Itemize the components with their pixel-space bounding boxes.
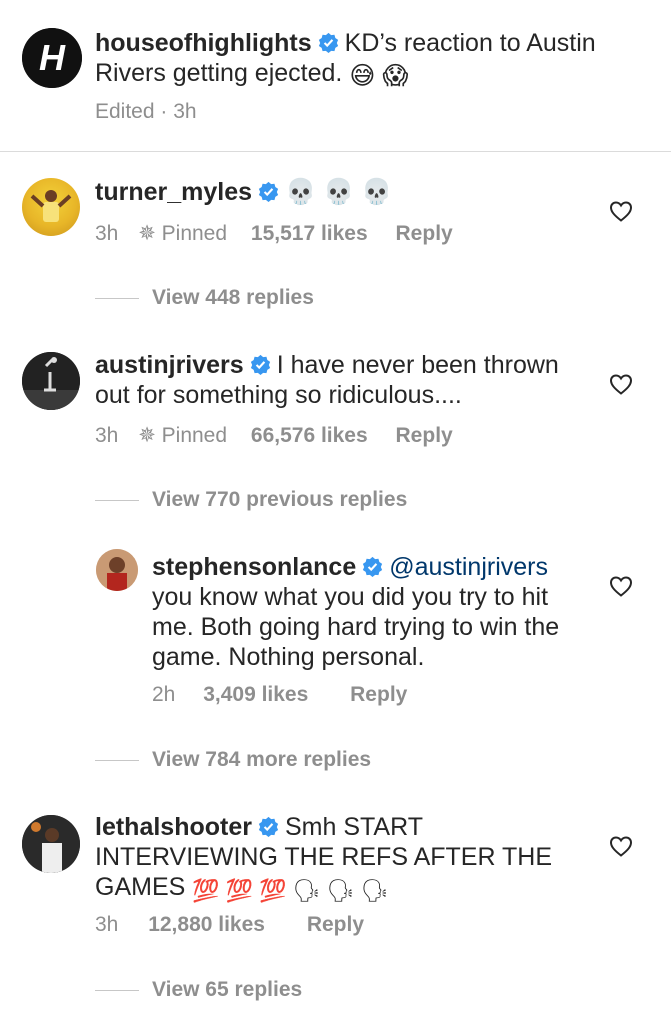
replies-line xyxy=(95,760,139,761)
replies-line xyxy=(95,298,139,299)
verified-badge-icon xyxy=(258,816,279,837)
pin-icon: ✵ xyxy=(138,424,156,447)
reply-username[interactable]: stephensonlance xyxy=(152,553,356,581)
comment-text: 💀 💀 💀 xyxy=(285,178,393,206)
view-more-replies-button[interactable]: View 784 more replies xyxy=(152,747,371,773)
player-photo-icon xyxy=(96,549,138,591)
comment-time: 3h xyxy=(95,222,119,245)
like-heart-icon[interactable] xyxy=(609,575,633,597)
player-photo-icon xyxy=(22,815,80,873)
comment-meta: 3h ✵ Pinned 66,576 likes Reply xyxy=(95,423,453,449)
avatar-lethalshooter[interactable] xyxy=(22,815,80,873)
avatar-stephensonlance[interactable] xyxy=(96,549,138,591)
mention-link[interactable]: @austinjrivers xyxy=(389,553,548,581)
pinned-label: Pinned xyxy=(161,222,228,245)
hundred-speaking-emojis-icon: 💯 💯 💯 🗣 🗣 🗣 xyxy=(192,878,389,903)
replies-line xyxy=(95,500,139,501)
post-meta: Edited · 3h xyxy=(95,100,197,123)
grinning-sweat-emoji-icon: 😅 xyxy=(349,62,376,90)
comment-time: 3h xyxy=(95,913,119,936)
comment-username[interactable]: austinjrivers xyxy=(95,351,244,379)
comment-time: 3h xyxy=(95,424,119,447)
comment-1: turner_myles 💀 💀 💀 xyxy=(95,177,595,207)
reply-likes[interactable]: 3,409 likes xyxy=(203,683,308,706)
player-photo-icon xyxy=(30,190,72,222)
player-photo-icon xyxy=(22,352,80,410)
svg-text:H: H xyxy=(39,37,66,78)
comment-likes[interactable]: 66,576 likes xyxy=(251,424,368,447)
pin-icon: ✵ xyxy=(138,222,156,245)
like-heart-icon[interactable] xyxy=(609,200,633,222)
hoh-logo-icon: H xyxy=(22,28,82,88)
post-avatar[interactable]: H xyxy=(22,28,82,88)
divider xyxy=(0,151,671,152)
view-replies-label: View 770 previous replies xyxy=(152,488,408,511)
verified-badge-icon xyxy=(250,354,270,375)
avatar-austinjrivers[interactable] xyxy=(22,352,80,410)
screaming-face-emoji-icon: 😱 xyxy=(382,62,409,90)
comment-meta: 3h ✵ Pinned 15,517 likes Reply xyxy=(95,221,453,247)
view-previous-replies-button[interactable]: View 770 previous replies xyxy=(152,487,407,513)
comment-3: lethalshooter Smh START INTERVIEWING THE … xyxy=(95,812,575,906)
post-username[interactable]: houseofhighlights xyxy=(95,29,312,57)
verified-badge-icon xyxy=(258,181,279,202)
avatar-turner-myles[interactable] xyxy=(22,178,80,236)
reply-meta: 2h 3,409 likes Reply xyxy=(152,682,407,708)
verified-badge-icon xyxy=(363,556,383,577)
pinned-label: Pinned xyxy=(161,424,228,447)
comment-likes[interactable]: 15,517 likes xyxy=(251,222,368,245)
view-replies-button[interactable]: View 448 replies xyxy=(152,285,314,311)
view-replies-button[interactable]: View 65 replies xyxy=(152,977,302,1003)
reply-button[interactable]: Reply xyxy=(396,424,453,447)
comment-username[interactable]: lethalshooter xyxy=(95,813,252,841)
post-caption: houseofhighlights KD’s reaction to Austin… xyxy=(95,28,635,91)
reply-button[interactable]: Reply xyxy=(396,222,453,245)
reply-time: 2h xyxy=(152,683,176,706)
comment-username[interactable]: turner_myles xyxy=(95,178,252,206)
reply-text: you know what you did you try to hit me.… xyxy=(152,583,560,671)
view-replies-label: View 448 replies xyxy=(152,286,314,309)
reply-button[interactable]: Reply xyxy=(350,683,407,706)
view-replies-label: View 784 more replies xyxy=(152,748,372,771)
comment-meta: 3h 12,880 likes Reply xyxy=(95,912,364,938)
like-heart-icon[interactable] xyxy=(609,373,633,395)
replies-line xyxy=(95,990,139,991)
verified-badge-icon xyxy=(318,32,338,53)
comment-likes[interactable]: 12,880 likes xyxy=(148,913,265,936)
comment-2: austinjrivers I have never been thrown ou… xyxy=(95,350,595,410)
like-heart-icon[interactable] xyxy=(609,835,633,857)
view-replies-label: View 65 replies xyxy=(152,978,303,1001)
reply-comment: stephensonlance @austinjrivers you know w… xyxy=(152,552,582,672)
reply-button[interactable]: Reply xyxy=(307,913,364,936)
